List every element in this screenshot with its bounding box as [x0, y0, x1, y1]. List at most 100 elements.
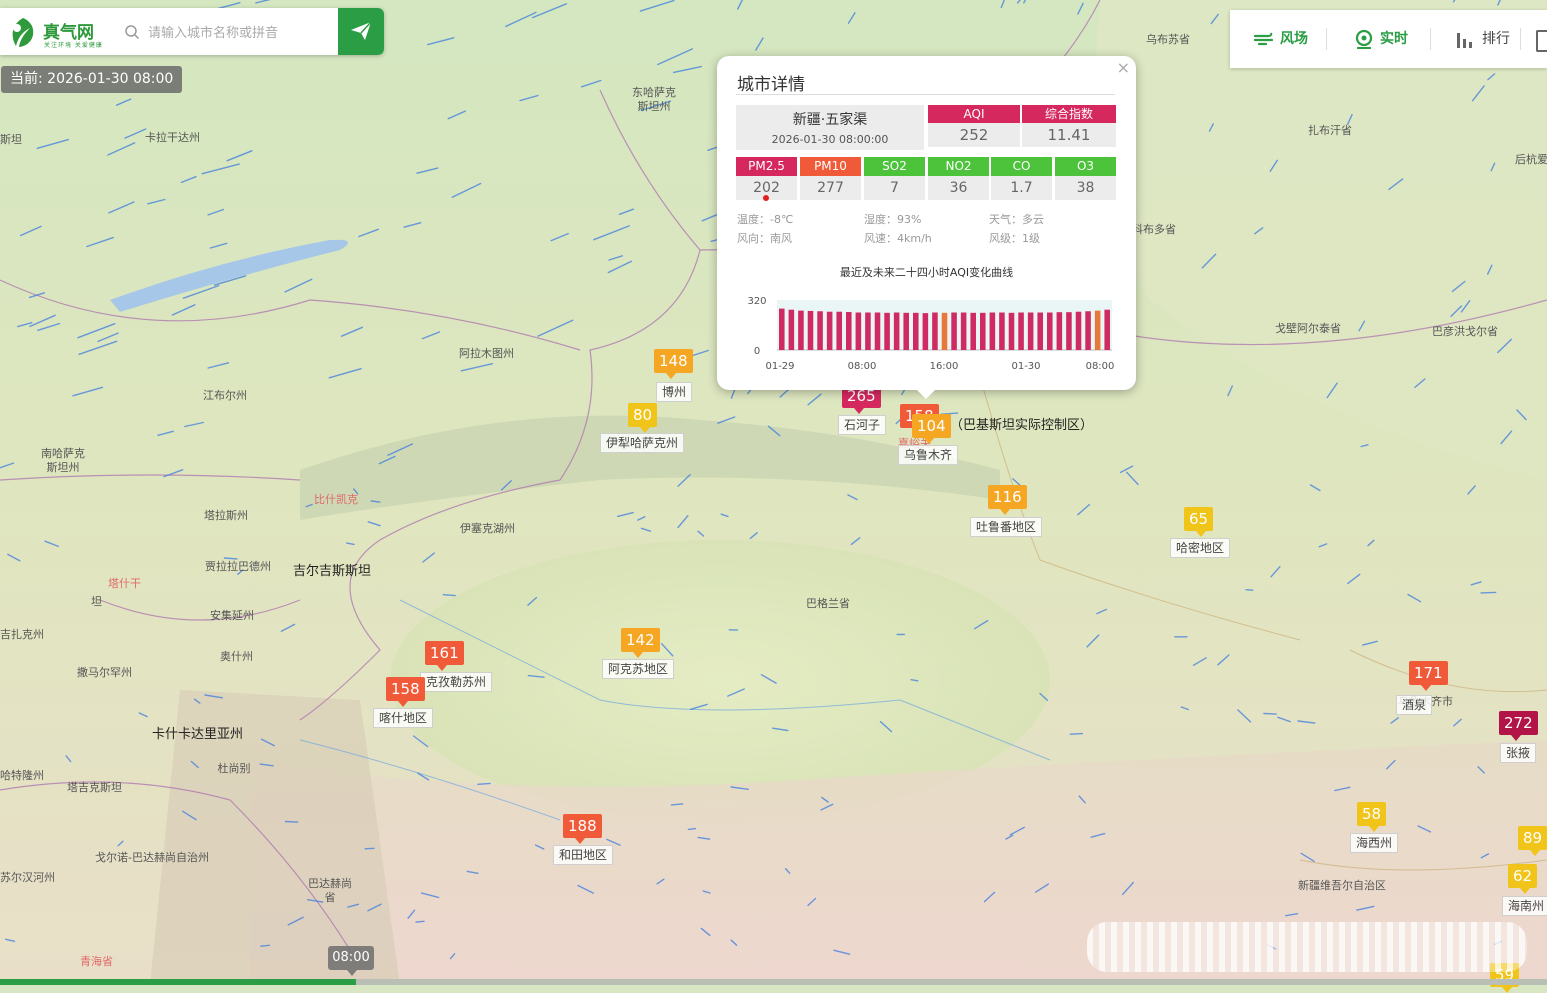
map-place-label: 戈尔诺-巴达赫尚自治州: [95, 851, 209, 865]
search-panel: 真气网 关注环境 关爱健康: [0, 8, 384, 55]
chart-bar: [932, 313, 938, 351]
chart-bar: [808, 311, 814, 350]
chart-bar: [990, 313, 996, 351]
pollutant-cell: PM2.5202: [736, 157, 797, 200]
timeline-progress: [0, 979, 356, 985]
map-place-label: 塔什干: [108, 577, 141, 591]
pollutant-value: 277: [800, 176, 861, 200]
chart-bar: [1085, 311, 1091, 350]
aqi-marker-value: 116: [988, 485, 1027, 509]
city-info-box: 新疆·五家渠 2026-01-30 08:00:00: [736, 105, 924, 150]
wind-streak: [671, 804, 682, 805]
toolbar-divider: [1430, 28, 1431, 50]
city-label[interactable]: 伊犁哈萨克州: [600, 433, 684, 453]
city-label[interactable]: 和田地区: [553, 845, 613, 865]
weather-text: 天气：多云: [989, 211, 1044, 227]
chart-y-tick: 0: [754, 346, 760, 357]
chart-x-tick: 08:00: [848, 361, 877, 372]
pollutant-value: 36: [928, 176, 989, 200]
map-place-label: 巴格兰省: [806, 597, 850, 611]
aqi-marker-value: 80: [628, 403, 657, 427]
pollutant-cell: NO236: [928, 157, 989, 200]
map-place-label: 塔拉斯州: [204, 509, 248, 523]
city-label[interactable]: 石河子: [838, 415, 886, 435]
aqi-marker-value: 58: [1357, 802, 1386, 826]
timeline-bar[interactable]: [0, 979, 1547, 985]
chart-bar: [1047, 313, 1053, 351]
pollutant-cell: PM10277: [800, 157, 861, 200]
pollutant-value: 7: [864, 176, 925, 200]
map-place-label: 斯坦: [0, 133, 22, 147]
map-place-label: 卡什卡达里亚州: [152, 728, 243, 742]
leaf-logo-icon: [8, 16, 38, 48]
chart-bar: [856, 313, 862, 351]
pollutant-name: CO: [1013, 159, 1031, 173]
search-button[interactable]: [338, 8, 384, 55]
aqi-cell: AQI 252: [928, 105, 1020, 147]
city-name: 新疆·五家渠: [736, 109, 924, 129]
city-label[interactable]: 克孜勒苏州: [420, 672, 492, 692]
toolbar-wind-label: 风场: [1280, 10, 1308, 68]
wind-direction-text: 风向：南风: [737, 230, 792, 246]
pollutant-cell: SO27: [864, 157, 925, 200]
pollutant-cell: O338: [1055, 157, 1116, 200]
chart-x-tick: 08:00: [1086, 361, 1115, 372]
wind-speed-text: 风速：4km/h: [864, 230, 932, 246]
map-place-label: 南哈萨克斯坦州: [37, 447, 89, 475]
top-toolbar: 风场 实时 排行: [1230, 10, 1547, 68]
city-label[interactable]: 酒泉: [1396, 695, 1432, 715]
map-place-label: 塔吉克斯坦: [67, 781, 122, 795]
marker-pointer: [1520, 888, 1530, 894]
city-label[interactable]: 张掖: [1500, 743, 1536, 763]
marker-pointer: [1511, 735, 1521, 741]
aqi-value: 252: [928, 123, 1020, 147]
aqi-marker-value: 65: [1184, 507, 1213, 531]
city-label[interactable]: 乌鲁木齐: [898, 445, 958, 465]
map-place-label: 安集延州: [210, 609, 254, 623]
city-label[interactable]: 海西州: [1350, 833, 1398, 853]
aqi-marker-value: 142: [621, 628, 660, 652]
chart-bar: [1009, 313, 1015, 350]
chart-bar: [846, 312, 852, 350]
popup-title: 城市详情: [737, 70, 805, 95]
wind-streak: [1246, 590, 1253, 591]
map-place-label: 东哈萨克斯坦州: [628, 86, 680, 114]
city-label[interactable]: 海南州: [1502, 896, 1547, 916]
chart-bar: [951, 313, 957, 351]
pollutant-name: O3: [1077, 159, 1094, 173]
map-place-label: 青海省: [80, 955, 113, 969]
humidity-text: 湿度：93%: [864, 211, 921, 227]
chart-bar: [1018, 313, 1024, 351]
wind-streak: [224, 558, 237, 559]
city-label[interactable]: 哈密地区: [1170, 538, 1230, 558]
wind-streak: [365, 848, 374, 849]
map-place-label: 奥什州: [220, 650, 253, 664]
divider: [736, 94, 1115, 95]
close-icon[interactable]: ×: [1117, 58, 1130, 77]
map-place-label: 吉尔吉斯斯坦: [293, 565, 371, 579]
aqi-marker-value: 148: [654, 349, 693, 373]
logo[interactable]: 真气网 关注环境 关爱健康: [8, 16, 116, 50]
aqi-marker-value: 272: [1499, 711, 1538, 735]
map-place-label: 扎布汗省: [1308, 124, 1352, 138]
city-label[interactable]: 喀什地区: [373, 708, 433, 728]
map-place-label: 比什凯克: [314, 493, 358, 507]
toolbar-more-icon[interactable]: [1536, 30, 1547, 52]
chart-bar: [1095, 311, 1101, 350]
send-icon: [350, 20, 372, 42]
temperature-text: 温度：-8℃: [737, 211, 793, 227]
city-label[interactable]: 阿克苏地区: [602, 659, 674, 679]
current-time-badge: 当前: 2026-01-30 08:00: [1, 66, 182, 93]
marker-pointer: [437, 665, 447, 671]
chart-bar: [884, 313, 890, 350]
city-search-input[interactable]: [146, 18, 336, 48]
chart-bar: [789, 310, 795, 350]
chart-bar: [1037, 313, 1043, 351]
chart-bar: [999, 313, 1005, 351]
chart-bar: [961, 313, 967, 351]
marker-pointer: [924, 438, 934, 444]
aqi-chart-title: 最近及未来二十四小时AQI变化曲线: [717, 264, 1136, 280]
city-label[interactable]: 博州: [656, 382, 692, 402]
city-label[interactable]: 吐鲁番地区: [970, 517, 1042, 537]
chart-x-tick: 01-29: [765, 361, 794, 372]
